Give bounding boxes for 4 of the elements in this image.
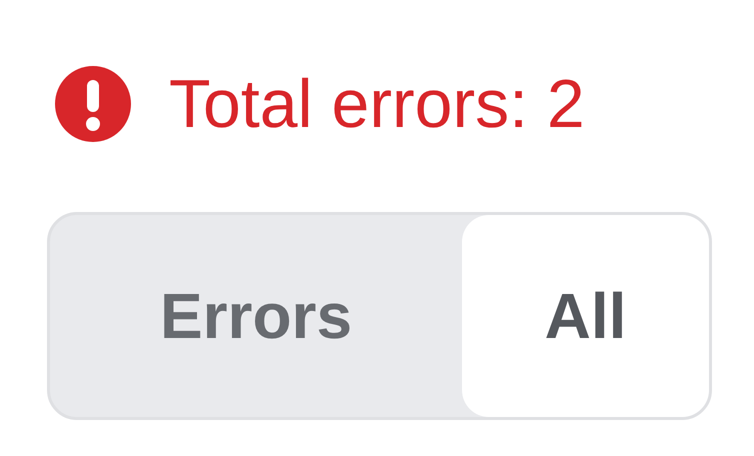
error-icon [55, 66, 131, 142]
error-count: Total errors: 2 [169, 70, 585, 138]
segment-tab[interactable]: Errors [50, 215, 462, 417]
segment-tab[interactable]: All [462, 215, 709, 417]
